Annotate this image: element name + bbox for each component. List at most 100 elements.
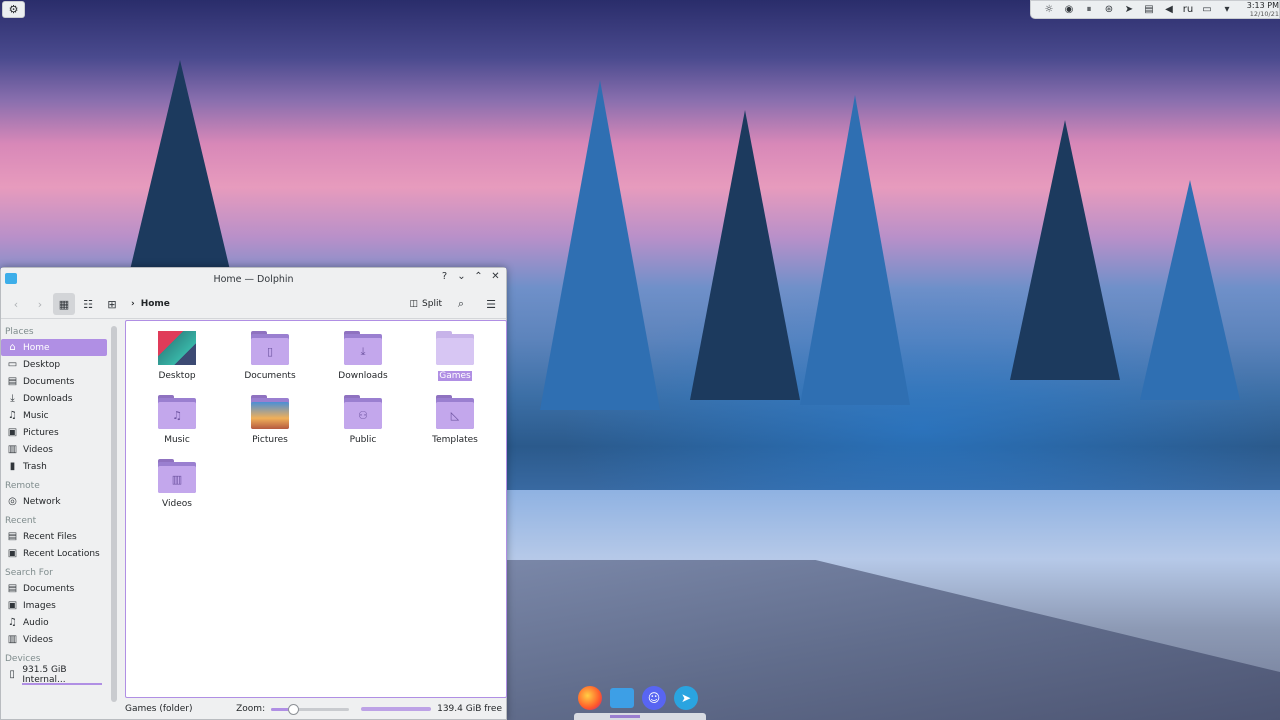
file-item-games[interactable]: Games bbox=[409, 331, 501, 381]
file-name: Videos bbox=[162, 499, 192, 509]
application-launcher-button[interactable]: ⚙ bbox=[2, 1, 25, 18]
file-item-documents[interactable]: ▯ Documents bbox=[224, 331, 316, 381]
public-folder-icon: ⚇ bbox=[344, 395, 382, 429]
sidebar-item-recent-files[interactable]: ▤ Recent Files bbox=[1, 528, 107, 545]
sidebar-item-videos[interactable]: ▥ Videos bbox=[1, 441, 107, 458]
remote-header: Remote bbox=[5, 481, 40, 491]
sidebar-item-search-documents[interactable]: ▤ Documents bbox=[1, 580, 107, 597]
search-button[interactable]: ⌕ bbox=[450, 293, 472, 315]
forward-button[interactable]: › bbox=[29, 293, 51, 315]
keyboard-layout[interactable]: ru bbox=[1179, 4, 1197, 15]
steam-icon[interactable]: ⊛ bbox=[1099, 4, 1119, 15]
system-tray: ☼ ◉ ⏸ ⊛ ➤ ▤ ◀ ru ▭ ▾ 3:13 PM 12/10/21 bbox=[1030, 0, 1280, 19]
videos-icon: ▥ bbox=[7, 444, 18, 455]
file-item-desktop[interactable]: Desktop bbox=[131, 331, 223, 381]
trash-icon: ▮ bbox=[9, 461, 16, 472]
sidebar-item-recent-locations[interactable]: ▣ Recent Locations bbox=[1, 545, 107, 562]
sidebar-item-label: Downloads bbox=[23, 393, 73, 404]
file-name: Desktop bbox=[158, 371, 196, 381]
status-bar: Games (folder) Zoom: 139.4 GiB free bbox=[1, 699, 506, 719]
details-view-button[interactable]: ⊞ bbox=[101, 293, 123, 315]
file-item-pictures[interactable]: Pictures bbox=[224, 395, 316, 445]
network-icon: ◎ bbox=[8, 496, 17, 507]
active-app-indicator bbox=[610, 715, 640, 718]
notifications-icon[interactable]: ☼ bbox=[1039, 4, 1059, 15]
gamepad-icon[interactable]: ◉ bbox=[1059, 4, 1079, 15]
file-item-templates[interactable]: ◺ Templates bbox=[409, 395, 501, 445]
free-space-label: 139.4 GiB free bbox=[437, 704, 502, 714]
wallpaper-tree bbox=[1140, 180, 1240, 400]
file-name: Documents bbox=[244, 371, 296, 381]
telegram-tray-icon[interactable]: ➤ bbox=[1119, 4, 1139, 15]
sidebar-item-home[interactable]: ⌂ Home bbox=[1, 339, 107, 356]
split-view-icon: ◫ bbox=[409, 299, 419, 309]
telegram-icon[interactable]: ➤ bbox=[674, 686, 698, 710]
sidebar-item-network[interactable]: ◎ Network bbox=[1, 493, 107, 510]
window-titlebar[interactable]: Home — Dolphin ? ⌄ ⌃ ✕ bbox=[1, 268, 506, 290]
menu-button[interactable]: ☰ bbox=[480, 293, 502, 315]
documents-folder-icon: ▯ bbox=[251, 331, 289, 365]
clock-time: 3:13 PM bbox=[1246, 0, 1279, 10]
tray-expand-icon[interactable]: ▾ bbox=[1217, 4, 1237, 15]
split-button[interactable]: ◫ Split bbox=[410, 299, 442, 309]
file-item-videos[interactable]: ▥ Videos bbox=[131, 459, 223, 509]
sidebar-item-downloads[interactable]: ⤓ Downloads bbox=[1, 390, 107, 407]
games-folder-icon bbox=[436, 331, 474, 365]
sidebar-item-search-images[interactable]: ▣ Images bbox=[1, 597, 107, 614]
file-name: Downloads bbox=[338, 371, 388, 381]
pictures-icon: ▣ bbox=[7, 427, 18, 438]
sidebar-item-music[interactable]: ♫ Music bbox=[1, 407, 107, 424]
downloads-icon: ⤓ bbox=[10, 393, 15, 404]
zoom-slider-handle[interactable] bbox=[287, 703, 299, 715]
file-view[interactable]: Desktop ▯ Documents ⤓ Downloads Games ♫ … bbox=[125, 320, 507, 698]
file-item-music[interactable]: ♫ Music bbox=[131, 395, 223, 445]
sidebar-item-search-audio[interactable]: ♫ Audio bbox=[1, 614, 107, 631]
zoom-label: Zoom: bbox=[236, 704, 266, 714]
file-item-public[interactable]: ⚇ Public bbox=[317, 395, 409, 445]
file-item-downloads[interactable]: ⤓ Downloads bbox=[317, 331, 409, 381]
search-icon: ⌕ bbox=[457, 297, 465, 310]
dock: ☺ ➤ bbox=[578, 686, 698, 710]
file-name: Music bbox=[164, 435, 190, 445]
volume-icon[interactable]: ◀ bbox=[1159, 4, 1179, 15]
firefox-icon[interactable] bbox=[578, 686, 602, 710]
videos-folder-icon: ▥ bbox=[158, 459, 196, 493]
close-button[interactable]: ✕ bbox=[489, 271, 502, 282]
sidebar-item-desktop[interactable]: ▭ Desktop bbox=[1, 356, 107, 373]
breadcrumb-home[interactable]: Home bbox=[141, 299, 170, 309]
sidebar-item-search-videos[interactable]: ▥ Videos bbox=[1, 631, 107, 648]
clipboard-icon[interactable]: ▤ bbox=[1139, 4, 1159, 15]
templates-folder-icon: ◺ bbox=[436, 395, 474, 429]
desktop-icon: ▭ bbox=[7, 359, 18, 370]
file-name: Templates bbox=[432, 435, 478, 445]
files-icon[interactable] bbox=[610, 688, 634, 708]
minimize-button[interactable]: ⌄ bbox=[455, 271, 468, 282]
file-name: Pictures bbox=[252, 435, 288, 445]
digital-clock[interactable]: 3:13 PM 12/10/21 bbox=[1243, 0, 1279, 18]
display-icon[interactable]: ▭ bbox=[1197, 4, 1217, 15]
media-pause-icon[interactable]: ⏸ bbox=[1079, 4, 1099, 15]
back-button[interactable]: ‹ bbox=[5, 293, 27, 315]
sidebar-item-trash[interactable]: ▮ Trash bbox=[1, 458, 107, 475]
maximize-button[interactable]: ⌃ bbox=[472, 271, 485, 282]
sidebar-scrollbar[interactable] bbox=[111, 326, 117, 702]
sidebar-item-label: Music bbox=[23, 410, 49, 421]
wallpaper-tree bbox=[130, 60, 230, 270]
documents-icon: ▤ bbox=[7, 376, 18, 387]
places-panel: Places ⌂ Home ▭ Desktop ▤ Documents ⤓ Downlo… bbox=[1, 320, 119, 706]
places-header: Places bbox=[5, 327, 34, 337]
discord-icon[interactable]: ☺ bbox=[642, 686, 666, 710]
compact-view-button[interactable]: ☷ bbox=[77, 293, 99, 315]
sidebar-item-label: Recent Locations bbox=[23, 548, 100, 559]
file-name: Games bbox=[438, 371, 472, 381]
wallpaper-tree bbox=[800, 95, 910, 405]
help-button[interactable]: ? bbox=[438, 271, 451, 282]
dolphin-app-icon bbox=[5, 273, 17, 284]
zoom-slider[interactable] bbox=[271, 703, 350, 715]
sidebar-item-pictures[interactable]: ▣ Pictures bbox=[1, 424, 107, 441]
pictures-folder-icon bbox=[251, 395, 289, 429]
sidebar-item-documents[interactable]: ▤ Documents bbox=[1, 373, 107, 390]
search-header: Search For bbox=[5, 568, 53, 578]
icons-view-button[interactable]: ▦ bbox=[53, 293, 75, 315]
sidebar-item-drive[interactable]: ▯ 931.5 GiB Internal... bbox=[1, 665, 107, 685]
